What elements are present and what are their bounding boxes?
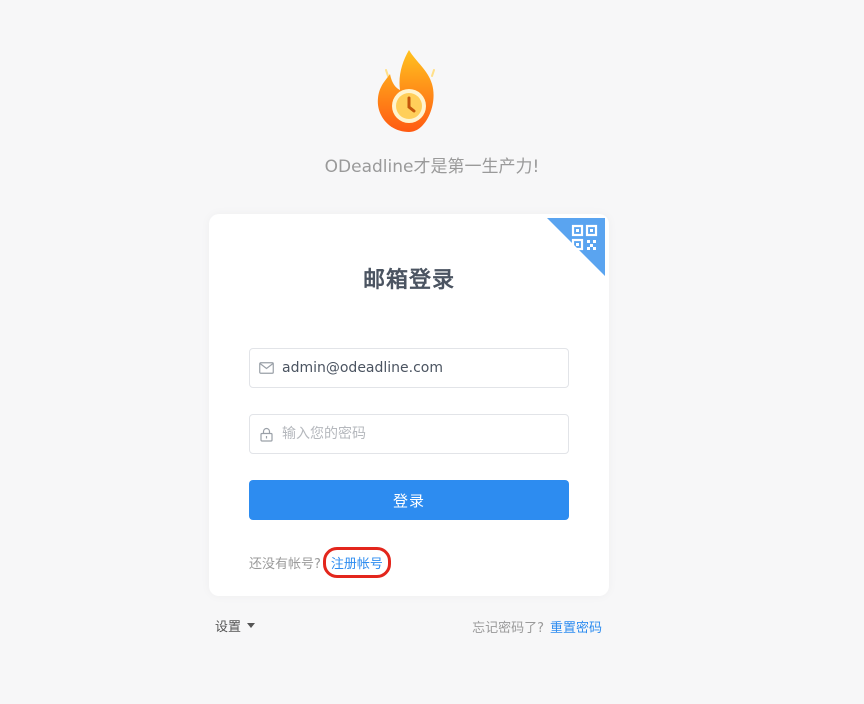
forgot-prompt: 忘记密码了? [472, 621, 544, 636]
chevron-down-icon [247, 623, 256, 628]
password-field[interactable] [249, 414, 569, 454]
flame-clock-icon [372, 46, 446, 136]
login-button[interactable]: 登录 [249, 480, 569, 520]
slogan: ODeadline才是第一生产力! [324, 157, 540, 177]
email-input[interactable] [282, 349, 568, 387]
register-row: 还没有帐号? 注册帐号 [249, 547, 391, 578]
register-prompt: 还没有帐号? [249, 557, 321, 572]
register-link[interactable]: 注册帐号 [322, 547, 391, 578]
page-title: 邮箱登录 [362, 268, 455, 293]
lock-icon [258, 426, 274, 442]
password-input[interactable] [282, 415, 568, 453]
forgot-password-row: 忘记密码了? 重置密码 [472, 617, 602, 636]
mail-icon [258, 360, 274, 376]
reset-password-link[interactable]: 重置密码 [550, 617, 602, 636]
settings-label: 设置 [215, 620, 242, 635]
settings-dropdown[interactable]: 设置 [215, 616, 256, 635]
email-field[interactable] [249, 348, 569, 388]
login-card: 邮箱登录 登录 还没有帐号? 注册帐号 [209, 214, 609, 596]
